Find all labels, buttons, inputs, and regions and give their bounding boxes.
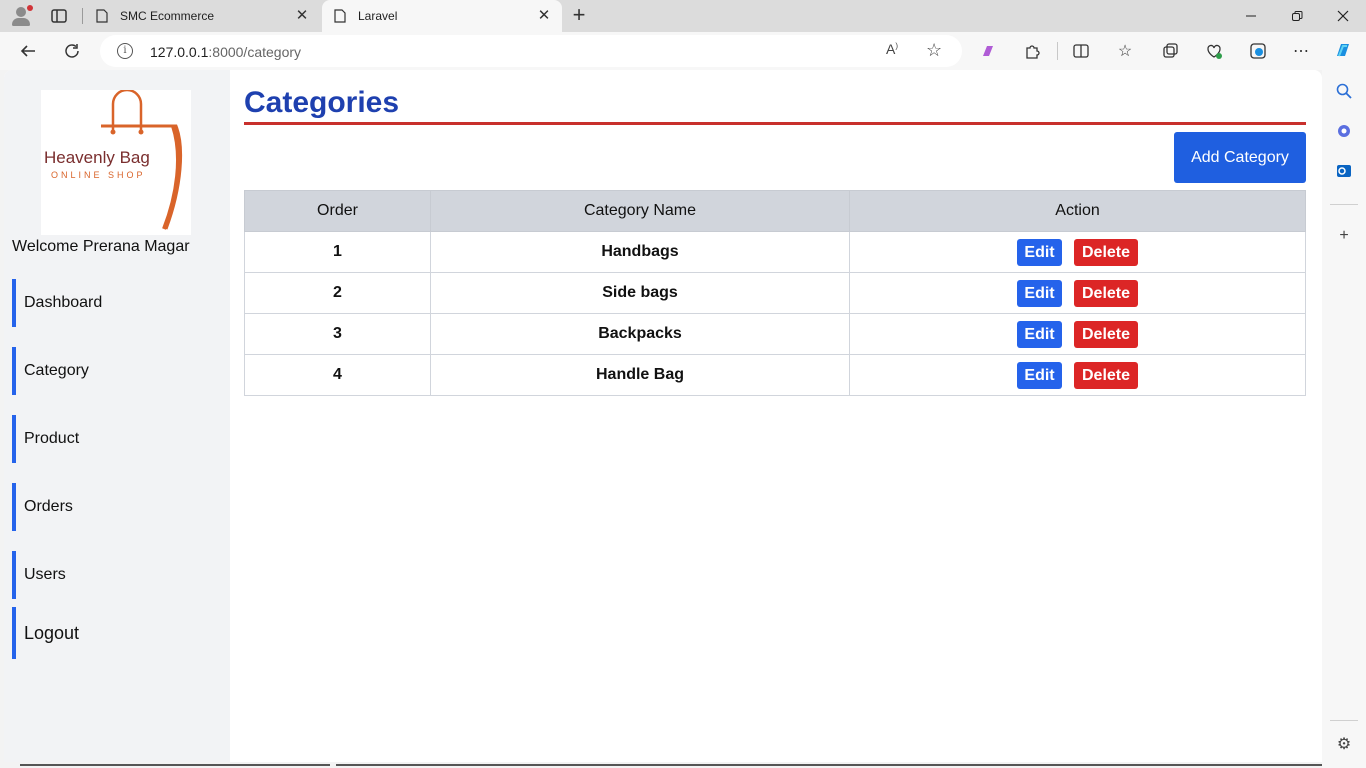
delete-button[interactable]: Delete bbox=[1074, 320, 1138, 348]
tab-separator bbox=[82, 8, 83, 24]
taskbar-edge bbox=[0, 762, 1322, 768]
edge-sidebar: + ⚙ bbox=[1322, 70, 1366, 768]
nav-label: Orders bbox=[24, 498, 73, 515]
restore-icon[interactable] bbox=[1274, 0, 1320, 32]
page-viewport: Heavenly Bag ONLINE SHOP Welcome Prerana… bbox=[4, 70, 1322, 762]
nav-orders[interactable]: Orders bbox=[12, 483, 226, 531]
delete-button[interactable]: Delete bbox=[1074, 279, 1138, 307]
back-icon[interactable] bbox=[17, 40, 39, 62]
copilot-icon[interactable] bbox=[1332, 40, 1354, 62]
copilot-extension-icon[interactable] bbox=[977, 40, 999, 62]
new-tab-icon[interactable]: + bbox=[568, 4, 590, 27]
page-icon bbox=[96, 9, 108, 23]
column-header-category-name: Category Name bbox=[430, 190, 850, 232]
table-header-row: Order Category Name Action bbox=[244, 190, 1306, 232]
tab-title: Laravel bbox=[358, 9, 398, 23]
collections-icon[interactable] bbox=[1159, 40, 1181, 62]
logo[interactable]: Heavenly Bag ONLINE SHOP bbox=[41, 90, 191, 235]
logo-brand: Heavenly Bag bbox=[44, 148, 150, 167]
nav-dashboard[interactable]: Dashboard bbox=[12, 279, 226, 327]
edit-button[interactable]: Edit bbox=[1017, 320, 1062, 348]
cell-category-name: Backpacks bbox=[430, 313, 850, 355]
nav-label: Category bbox=[24, 362, 89, 379]
cell-order: 4 bbox=[244, 354, 431, 396]
favorite-star-icon[interactable]: ☆ bbox=[926, 40, 942, 61]
close-icon[interactable] bbox=[1320, 0, 1366, 32]
table-row: 1 Handbags Edit Delete bbox=[244, 231, 1306, 273]
page-title: Categories bbox=[244, 86, 400, 119]
delete-button[interactable]: Delete bbox=[1074, 238, 1138, 266]
split-screen-icon[interactable] bbox=[1070, 40, 1092, 62]
logo-tagline: ONLINE SHOP bbox=[51, 170, 146, 180]
extensions-icon[interactable] bbox=[1021, 40, 1043, 62]
sidebar-divider bbox=[1330, 720, 1358, 721]
cell-order: 2 bbox=[244, 272, 431, 314]
table-row: 3 Backpacks Edit Delete bbox=[244, 313, 1306, 355]
tab-actions-icon[interactable] bbox=[50, 7, 68, 25]
address-bar[interactable]: i 127.0.0.1:8000/category A) ☆ bbox=[100, 35, 962, 67]
cell-actions: Edit Delete bbox=[849, 272, 1306, 314]
edit-button[interactable]: Edit bbox=[1017, 238, 1062, 266]
url-text[interactable]: 127.0.0.1:8000/category bbox=[150, 44, 301, 60]
refresh-icon[interactable] bbox=[61, 40, 83, 62]
nav-label: Dashboard bbox=[24, 294, 103, 311]
nav-label: Logout bbox=[24, 622, 80, 643]
cell-actions: Edit Delete bbox=[849, 313, 1306, 355]
nav-logout[interactable]: Logout bbox=[12, 607, 226, 659]
nav-label: Users bbox=[24, 566, 66, 583]
site-info-icon[interactable]: i bbox=[117, 43, 133, 59]
add-category-button[interactable]: Add Category bbox=[1174, 132, 1306, 183]
table-row: 4 Handle Bag Edit Delete bbox=[244, 354, 1306, 396]
tab-strip: SMC Ecommerce ✕ Laravel ✕ + bbox=[0, 0, 1366, 32]
search-icon[interactable] bbox=[1334, 81, 1354, 101]
settings-icon[interactable]: ⚙ bbox=[1334, 734, 1354, 754]
profile-avatar-icon[interactable] bbox=[10, 5, 33, 27]
delete-button[interactable]: Delete bbox=[1074, 361, 1138, 389]
tab-smc-ecommerce[interactable]: SMC Ecommerce ✕ bbox=[84, 0, 320, 32]
nav-label: Product bbox=[24, 430, 80, 447]
cell-actions: Edit Delete bbox=[849, 354, 1306, 396]
nav-category[interactable]: Category bbox=[12, 347, 226, 395]
add-icon[interactable]: + bbox=[1334, 226, 1354, 246]
close-tab-icon[interactable]: ✕ bbox=[294, 8, 310, 24]
cell-category-name: Side bags bbox=[430, 272, 850, 314]
welcome-text: Welcome Prerana Magar bbox=[12, 238, 190, 255]
column-header-action: Action bbox=[849, 190, 1306, 232]
tab-laravel[interactable]: Laravel ✕ bbox=[322, 0, 562, 32]
cell-category-name: Handle Bag bbox=[430, 354, 850, 396]
browser-essentials-icon[interactable] bbox=[1247, 40, 1269, 62]
cell-category-name: Handbags bbox=[430, 231, 850, 273]
close-tab-icon[interactable]: ✕ bbox=[536, 8, 552, 24]
page-icon bbox=[334, 9, 346, 23]
column-header-order: Order bbox=[244, 190, 431, 232]
cell-order: 1 bbox=[244, 231, 431, 273]
copilot-app-icon[interactable] bbox=[1334, 121, 1354, 141]
category-table: Order Category Name Action 1 Handbags Ed… bbox=[244, 190, 1306, 396]
nav-product[interactable]: Product bbox=[12, 415, 226, 463]
edit-button[interactable]: Edit bbox=[1017, 361, 1062, 389]
favorites-icon[interactable]: ☆ bbox=[1114, 40, 1136, 62]
minimize-icon[interactable] bbox=[1228, 0, 1274, 32]
read-aloud-icon[interactable]: A) bbox=[886, 41, 898, 57]
tab-title: SMC Ecommerce bbox=[120, 9, 215, 23]
toolbar-separator bbox=[1057, 42, 1058, 60]
more-icon[interactable]: ⋯ bbox=[1290, 40, 1312, 62]
browser-toolbar: i 127.0.0.1:8000/category A) ☆ ☆ ⋯ bbox=[0, 32, 1366, 70]
edit-button[interactable]: Edit bbox=[1017, 279, 1062, 307]
performance-icon[interactable] bbox=[1203, 40, 1225, 62]
table-row: 2 Side bags Edit Delete bbox=[244, 272, 1306, 314]
outlook-icon[interactable] bbox=[1334, 161, 1354, 181]
title-divider bbox=[244, 122, 1306, 125]
cell-actions: Edit Delete bbox=[849, 231, 1306, 273]
cell-order: 3 bbox=[244, 313, 431, 355]
nav-users[interactable]: Users bbox=[12, 551, 226, 599]
sidebar-divider bbox=[1330, 204, 1358, 205]
app-sidebar: Heavenly Bag ONLINE SHOP Welcome Prerana… bbox=[4, 70, 230, 762]
